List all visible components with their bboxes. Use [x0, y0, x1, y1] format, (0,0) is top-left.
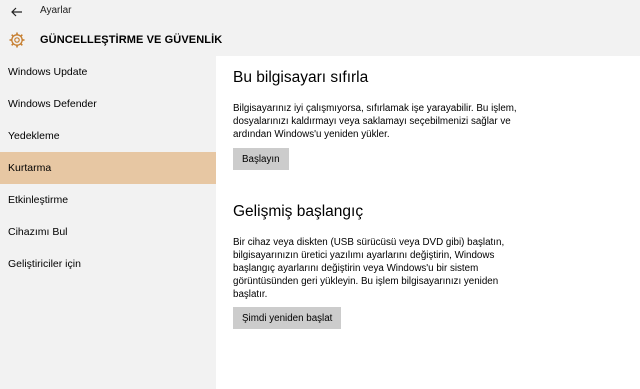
sidebar-item-backup[interactable]: Yedekleme	[0, 120, 216, 152]
back-arrow-icon	[11, 7, 22, 17]
reset-heading: Bu bilgisayarı sıfırla	[233, 69, 369, 86]
advanced-startup-description: Bir cihaz veya diskten (USB sürücüsü vey…	[233, 236, 533, 301]
section-title: GÜNCELLEŞTİRME VE GÜVENLİK	[40, 34, 223, 46]
sidebar-item-windows-update[interactable]: Windows Update	[0, 56, 216, 88]
sidebar-item-find-my-device[interactable]: Cihazımı Bul	[0, 216, 216, 248]
title-bar: Ayarlar	[0, 0, 640, 24]
reset-description: Bilgisayarınız iyi çalışmıyorsa, sıfırla…	[233, 102, 533, 141]
advanced-description-line: başlangıç ayarlarını değiştirin veya Win…	[233, 263, 479, 274]
advanced-description-line: Bir cihaz veya diskten (USB sürücüsü vey…	[233, 237, 505, 248]
app-title: Ayarlar	[40, 5, 72, 16]
advanced-startup-heading: Gelişmiş başlangıç	[233, 203, 364, 220]
sidebar-item-activation[interactable]: Etkinleştirme	[0, 184, 216, 216]
restart-now-button[interactable]: Şimdi yeniden başlat	[233, 307, 342, 329]
sidebar-item-windows-defender[interactable]: Windows Defender	[0, 88, 216, 120]
back-button[interactable]	[8, 3, 26, 21]
reset-description-line: Bilgisayarınız iyi çalışmıyorsa, sıfırla…	[233, 103, 517, 114]
advanced-description-line: bilgisayarınızın üretici yazılımı ayarla…	[233, 250, 495, 261]
sidebar-item-recovery[interactable]: Kurtarma	[0, 152, 216, 184]
main-content: Bu bilgisayarı sıfırla Bilgisayarınız iy…	[216, 56, 640, 389]
section-header: GÜNCELLEŞTİRME VE GÜVENLİK	[0, 24, 640, 56]
sidebar-item-for-developers[interactable]: Geliştiriciler için	[0, 248, 216, 280]
advanced-description-line: görüntüsünden geri yükleyin. Bu işlem bi…	[233, 276, 499, 287]
get-started-button[interactable]: Başlayın	[233, 148, 289, 170]
reset-description-line: ardından Windows'u yeniden yükler.	[233, 129, 390, 140]
sidebar: Windows Update Windows Defender Yedeklem…	[0, 56, 216, 389]
gear-icon	[9, 32, 25, 48]
advanced-description-line: başlatır.	[233, 289, 268, 300]
reset-description-line: dosyalarınızı kaldırmayı veya saklamayı …	[233, 116, 511, 127]
